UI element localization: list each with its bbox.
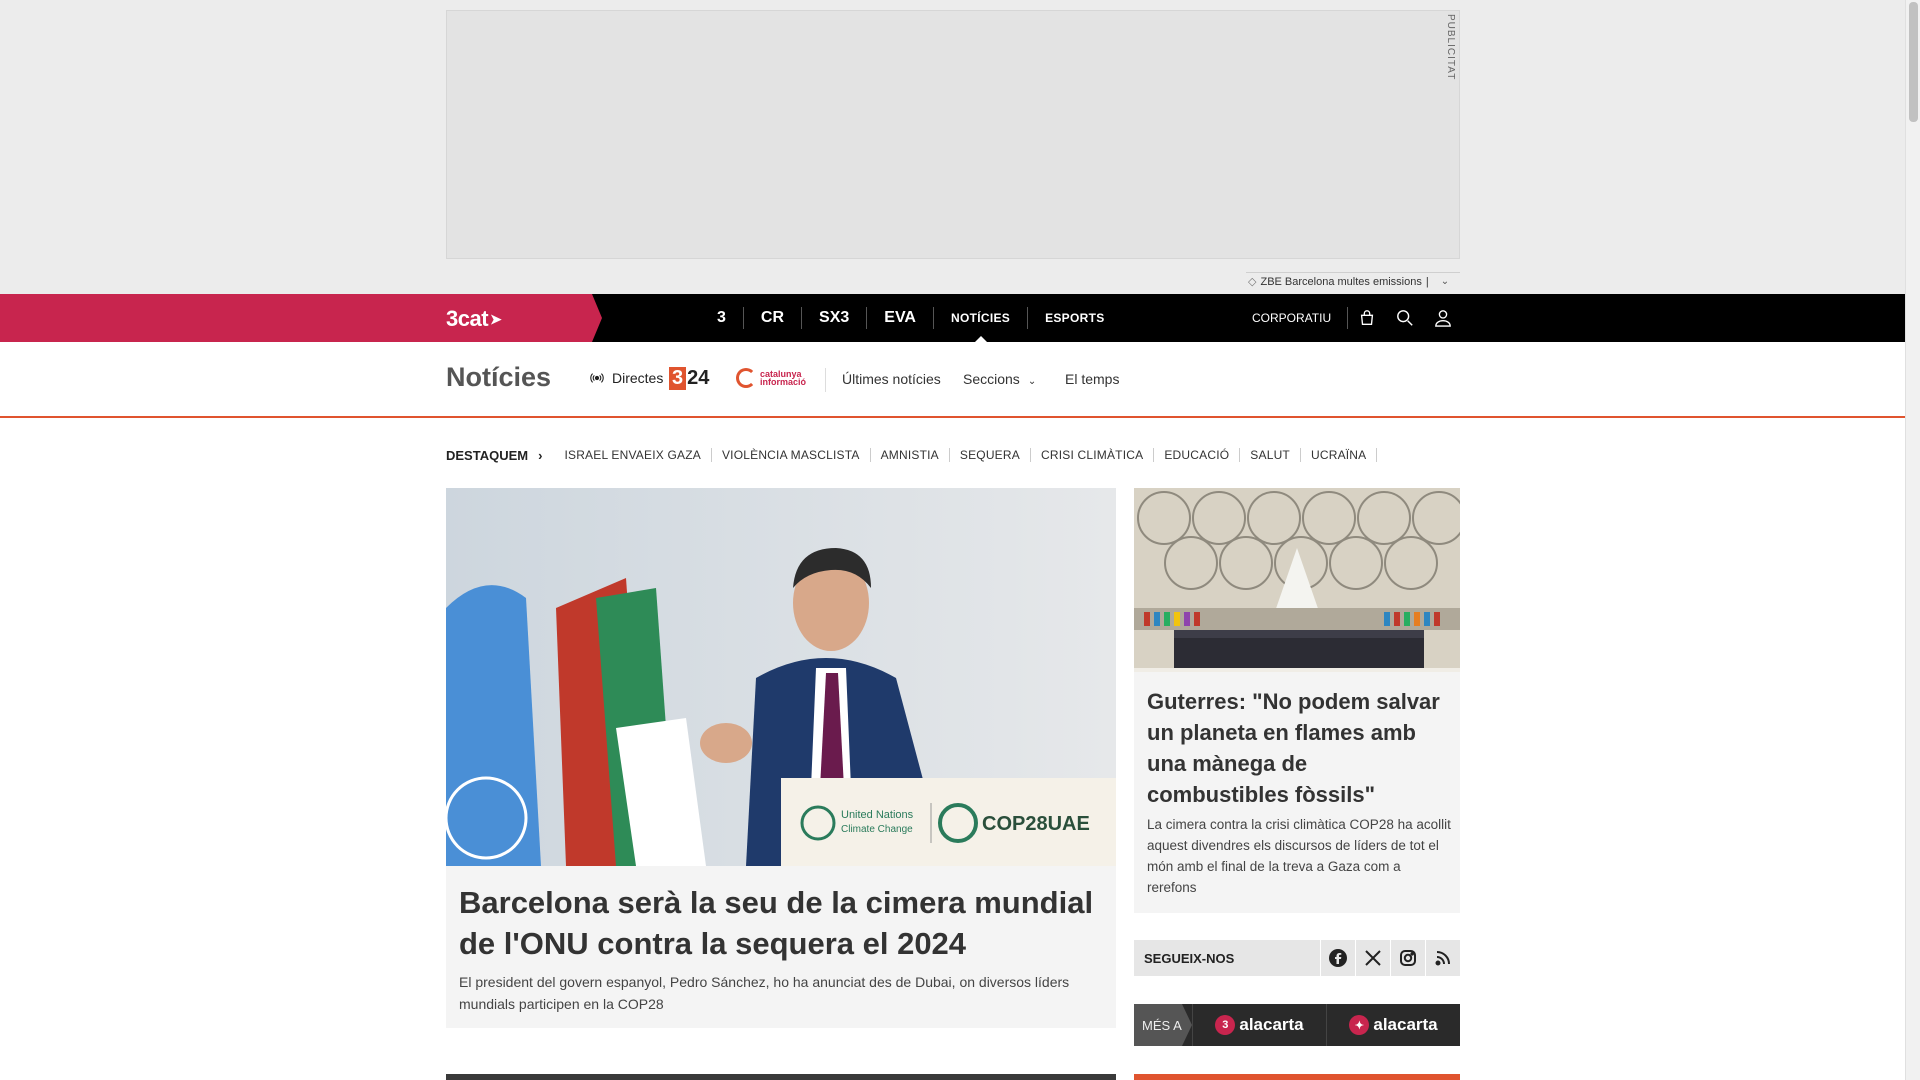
directes-link[interactable]: Directes bbox=[590, 370, 663, 386]
tag-icon: ◇ bbox=[1248, 276, 1257, 288]
podium-un-text: United Nations bbox=[841, 809, 914, 821]
destaquem-item[interactable]: AMNISTIA bbox=[871, 448, 950, 462]
ad-info-text: ZBE Barcelona multes emissions bbox=[1260, 275, 1422, 288]
destaquem-label[interactable]: DESTAQUEM › bbox=[446, 448, 542, 463]
nav-corporatiu[interactable]: CORPORATIU bbox=[1252, 307, 1349, 329]
next-side-card[interactable] bbox=[1134, 1074, 1460, 1080]
nav-esports[interactable]: ESPORTS bbox=[1028, 307, 1121, 329]
section-header: Notícies Directes 3 24 catalunya informac… bbox=[0, 342, 1905, 418]
brand-band bbox=[0, 294, 602, 342]
ad-label: PUBLICITAT bbox=[1445, 14, 1456, 81]
side-story-headline[interactable]: Guterres: "No podem salvar un planeta en… bbox=[1147, 686, 1452, 810]
search-icon[interactable] bbox=[1386, 294, 1424, 342]
nav-right: CORPORATIU bbox=[1252, 294, 1462, 342]
destaquem-item[interactable]: VIOLÈNCIA MASCLISTA bbox=[712, 448, 871, 462]
live-broadcast-icon bbox=[590, 371, 604, 385]
side-story-lead: La cimera contra la crisi climàtica COP2… bbox=[1147, 817, 1451, 895]
destaquem-item[interactable]: CRISI CLIMÀTICA bbox=[1031, 448, 1155, 462]
facebook-icon[interactable] bbox=[1320, 940, 1355, 976]
catradio-badge-icon: ✦ bbox=[1349, 1015, 1370, 1035]
scrollbar[interactable] bbox=[1905, 0, 1920, 1080]
follow-label: SEGUEIX-NOS bbox=[1134, 940, 1320, 976]
chevron-down-icon[interactable]: ⌄ bbox=[1441, 276, 1449, 287]
destaquem-item[interactable]: ISRAEL ENVAEIX GAZA bbox=[554, 448, 712, 462]
destaquem-item[interactable]: EDUCACIÓ bbox=[1154, 448, 1241, 462]
tv3-alacarta-label: alacarta bbox=[1239, 1015, 1304, 1034]
catradio-logo-icon: CR bbox=[760, 309, 785, 326]
play-arrow-icon: ➤ bbox=[490, 310, 502, 327]
chevron-down-icon: ⌄ bbox=[1027, 376, 1037, 387]
eva-logo-icon: EVA bbox=[884, 309, 916, 326]
brand-logo-text: 3cat bbox=[446, 306, 489, 331]
destaquem-bar: DESTAQUEM › ISRAEL ENVAEIX GAZA VIOLÈNCI… bbox=[446, 446, 1378, 464]
scrollbar-thumb[interactable] bbox=[1909, 2, 1918, 122]
catradio-alacarta-label: alacarta bbox=[1373, 1015, 1438, 1034]
instagram-icon[interactable] bbox=[1390, 940, 1425, 976]
follow-bar: SEGUEIX-NOS bbox=[1134, 940, 1460, 976]
sx3-logo-icon: SX3 bbox=[819, 309, 850, 326]
page-title[interactable]: Notícies bbox=[446, 362, 551, 393]
main-story-card[interactable]: United Nations Climate Change COP28UAE B… bbox=[446, 488, 1116, 1028]
logo-catalunya-informacio[interactable]: catalunya informació bbox=[736, 368, 816, 388]
podium-un-text-2: Climate Change bbox=[841, 824, 913, 835]
destaquem-item[interactable]: UCRAÏNA bbox=[1301, 448, 1378, 462]
catradio-alacarta-button[interactable]: ✦ alacarta bbox=[1326, 1004, 1460, 1046]
mes-a-label: MÉS A bbox=[1134, 1004, 1192, 1046]
podium-cop-text: COP28UAE bbox=[982, 813, 1090, 835]
link-el-temps[interactable]: El temps bbox=[1065, 371, 1119, 387]
link-seccions-label: Seccions bbox=[963, 371, 1020, 387]
mes-a-bar: MÉS A 3 alacarta ✦ alacarta bbox=[1134, 1004, 1460, 1046]
ad-zone: PUBLICITAT ◇ ZBE Barcelona multes emissi… bbox=[0, 0, 1905, 294]
side-story-image[interactable] bbox=[1134, 488, 1460, 672]
divider bbox=[825, 368, 826, 392]
ad-info-bar[interactable]: ◇ ZBE Barcelona multes emissions | ⌄ bbox=[1246, 272, 1460, 290]
nav-noticies[interactable]: NOTÍCIES bbox=[934, 307, 1029, 342]
side-story-card[interactable]: Guterres: "No podem salvar un planeta en… bbox=[1134, 488, 1460, 913]
main-story-headline[interactable]: Barcelona serà la seu de la cimera mundi… bbox=[459, 882, 1107, 964]
channel-eva[interactable]: EVA bbox=[867, 307, 934, 329]
catalunya-informacio-icon bbox=[736, 368, 756, 388]
next-story-image[interactable] bbox=[446, 1074, 1116, 1080]
logo-324[interactable]: 3 24 bbox=[669, 367, 709, 390]
channel-tv3[interactable]: 3 bbox=[700, 307, 744, 329]
user-icon[interactable] bbox=[1424, 294, 1462, 342]
chevron-right-icon: › bbox=[538, 447, 543, 463]
channel-bar: 3 CR SX3 EVA NOTÍCIES ESPORTS bbox=[700, 294, 1122, 342]
main-story-image[interactable]: United Nations Climate Change COP28UAE bbox=[446, 488, 1116, 866]
top-nav: 3cat ➤ 3 CR SX3 EVA NOTÍCIES ESPORTS COR… bbox=[0, 294, 1905, 342]
ad-banner[interactable] bbox=[446, 10, 1460, 259]
channel-catradio[interactable]: CR bbox=[744, 307, 803, 329]
destaquem-item[interactable]: SEQUERA bbox=[950, 448, 1031, 462]
link-ultimes-noticies[interactable]: Últimes notícies bbox=[842, 371, 941, 387]
channel-sx3[interactable]: SX3 bbox=[802, 307, 868, 329]
main-story-lead: El president del govern espanyol, Pedro … bbox=[459, 974, 1070, 1012]
ad-info-sep: | bbox=[1425, 275, 1429, 288]
directes-label: Directes bbox=[612, 370, 664, 386]
destaquem-item[interactable]: SALUT bbox=[1240, 448, 1301, 462]
logo-ci-text: catalunya informació bbox=[760, 369, 807, 387]
x-icon[interactable] bbox=[1355, 940, 1390, 976]
shopping-bag-icon[interactable] bbox=[1348, 294, 1386, 342]
brand-logo[interactable]: 3cat ➤ bbox=[446, 306, 502, 332]
tv3-badge-icon: 3 bbox=[1215, 1015, 1236, 1035]
link-seccions[interactable]: Seccions ⌄ bbox=[963, 371, 1036, 387]
tv3-logo-icon: 3 bbox=[717, 309, 726, 326]
tv3-alacarta-button[interactable]: 3 alacarta bbox=[1192, 1004, 1326, 1046]
rss-icon[interactable] bbox=[1425, 940, 1460, 976]
